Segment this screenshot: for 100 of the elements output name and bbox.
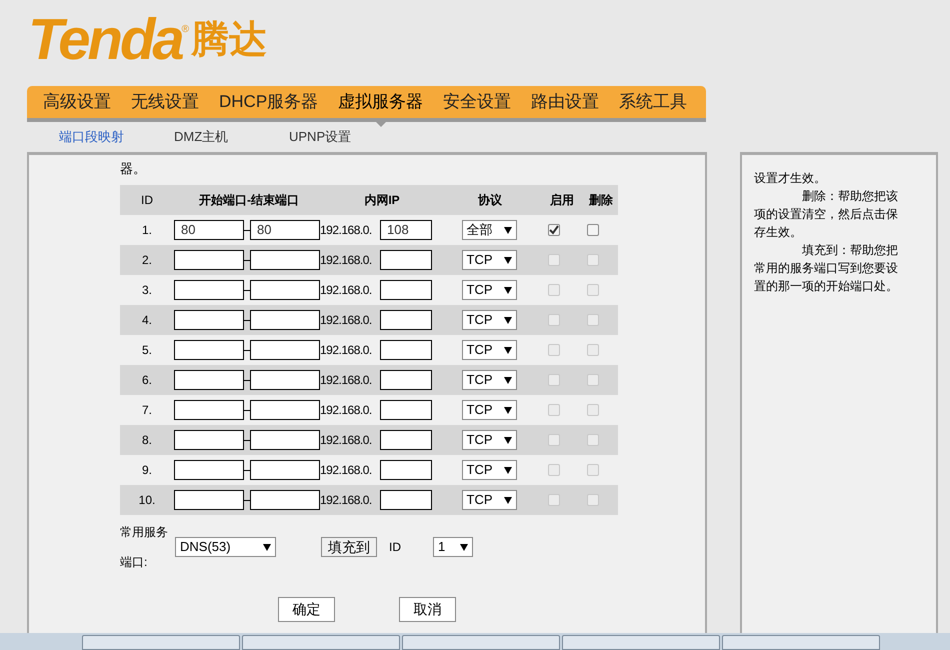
nav-tab[interactable]: 系统工具 <box>619 89 688 115</box>
nav-tab[interactable]: 无线设置 <box>131 89 199 115</box>
caret-icon <box>504 406 512 414</box>
nav-tab[interactable]: 安全设置 <box>443 89 512 115</box>
input-field[interactable] <box>250 400 320 420</box>
row-id: 7. <box>140 402 153 419</box>
intro-text: 器。 <box>120 160 147 178</box>
checkbox[interactable] <box>587 224 599 236</box>
form-button[interactable]: 确定 <box>278 597 335 622</box>
taskbar-button[interactable] <box>562 635 720 650</box>
input-field[interactable] <box>250 340 320 360</box>
taskbar-button[interactable] <box>82 635 240 650</box>
dropdown[interactable]: TCP <box>462 370 516 390</box>
ip-prefix: 192.168.0. <box>320 342 373 359</box>
input-field[interactable] <box>174 250 244 270</box>
dropdown[interactable]: TCP <box>462 250 516 270</box>
caret-icon <box>504 256 512 264</box>
input-field[interactable]: 108 <box>380 220 432 240</box>
input-field[interactable] <box>380 490 432 510</box>
caret-icon <box>504 346 512 354</box>
sub-tab[interactable]: UPNP设置 <box>289 127 404 147</box>
dropdown[interactable]: 全部 <box>462 220 516 240</box>
sub-tab[interactable]: DMZ主机 <box>174 127 289 147</box>
checkbox[interactable] <box>548 224 560 236</box>
nav-tab[interactable]: 虚拟服务器 <box>338 89 424 115</box>
column-header: 协议 <box>477 192 503 209</box>
column-header: 内网IP <box>363 192 401 209</box>
dropdown[interactable]: 1 <box>433 537 473 557</box>
column-header: 启用 <box>549 192 575 209</box>
input-field[interactable] <box>250 250 320 270</box>
id-label: ID <box>389 539 402 556</box>
input-field[interactable] <box>380 340 432 360</box>
input-field[interactable] <box>174 340 244 360</box>
input-field[interactable]: 80 <box>174 220 244 240</box>
dropdown[interactable]: TCP <box>462 340 516 360</box>
form-button[interactable]: 取消 <box>399 597 456 622</box>
caret-icon <box>504 376 512 384</box>
input-field[interactable] <box>250 490 320 510</box>
row-id: 2. <box>140 252 153 269</box>
logo-text: 腾达 <box>191 18 268 63</box>
input-field[interactable] <box>380 310 432 330</box>
input-field[interactable] <box>380 280 432 300</box>
sub-tab[interactable]: 端口段映射 <box>59 127 174 147</box>
row-id: 1. <box>140 222 153 239</box>
input-field[interactable] <box>174 490 244 510</box>
taskbar-button[interactable] <box>722 635 880 650</box>
column-header: ID <box>140 192 154 209</box>
input-field[interactable] <box>250 310 320 330</box>
input-field[interactable] <box>174 460 244 480</box>
input-field[interactable] <box>380 370 432 390</box>
taskbar-button[interactable] <box>402 635 560 650</box>
row-id: 3. <box>140 282 153 299</box>
input-field[interactable] <box>250 370 320 390</box>
row-id: 10. <box>138 492 156 509</box>
nav-tab[interactable]: 高级设置 <box>43 89 111 115</box>
taskbar-button[interactable] <box>242 635 400 650</box>
row-id: 8. <box>140 432 153 449</box>
input-field[interactable] <box>174 370 244 390</box>
help-text: 设置才生效。 <box>754 170 827 187</box>
fill-button[interactable]: 填充到 <box>321 537 377 557</box>
logo: Tenda <box>28 10 182 70</box>
input-field[interactable] <box>380 250 432 270</box>
ip-prefix: 192.168.0. <box>320 252 373 269</box>
input-field[interactable] <box>380 460 432 480</box>
logo-mark: ® <box>182 24 190 35</box>
service-label: 常用服务 <box>120 524 169 541</box>
service-label: 端口: <box>120 554 148 571</box>
input-field[interactable] <box>174 430 244 450</box>
column-header: 删除 <box>588 192 614 209</box>
dropdown[interactable]: TCP <box>462 280 516 300</box>
dropdown[interactable]: TCP <box>462 310 516 330</box>
ip-prefix: 192.168.0. <box>320 432 373 449</box>
ip-prefix: 192.168.0. <box>320 282 373 299</box>
nav-tab[interactable]: 路由设置 <box>531 89 600 115</box>
dropdown[interactable]: TCP <box>462 430 516 450</box>
nav-tab[interactable]: DHCP服务器 <box>219 89 318 115</box>
caret-icon <box>504 316 512 324</box>
column-header: 开始端口-结束端口 <box>198 192 300 209</box>
input-field[interactable] <box>250 430 320 450</box>
input-field[interactable] <box>174 310 244 330</box>
dropdown[interactable]: DNS(53) <box>175 537 276 557</box>
input-field[interactable] <box>174 280 244 300</box>
caret-icon <box>504 226 512 234</box>
input-field[interactable]: 80 <box>250 220 320 240</box>
dropdown[interactable]: TCP <box>462 460 516 480</box>
input-field[interactable] <box>174 400 244 420</box>
ip-prefix: 192.168.0. <box>320 492 373 509</box>
ip-prefix: 192.168.0. <box>320 402 373 419</box>
input-field[interactable] <box>250 460 320 480</box>
input-field[interactable] <box>380 400 432 420</box>
dropdown[interactable]: TCP <box>462 400 516 420</box>
help-text: 常用的服务端口写到您要设 <box>754 260 899 277</box>
help-text: 存生效。 <box>754 224 803 241</box>
caret-icon <box>263 544 271 550</box>
input-field[interactable] <box>380 430 432 450</box>
caret-icon <box>504 436 512 444</box>
dropdown[interactable]: TCP <box>462 490 516 510</box>
help-text: 置的那一项的开始端口处。 <box>754 278 899 295</box>
row-id: 4. <box>140 312 153 329</box>
input-field[interactable] <box>250 280 320 300</box>
